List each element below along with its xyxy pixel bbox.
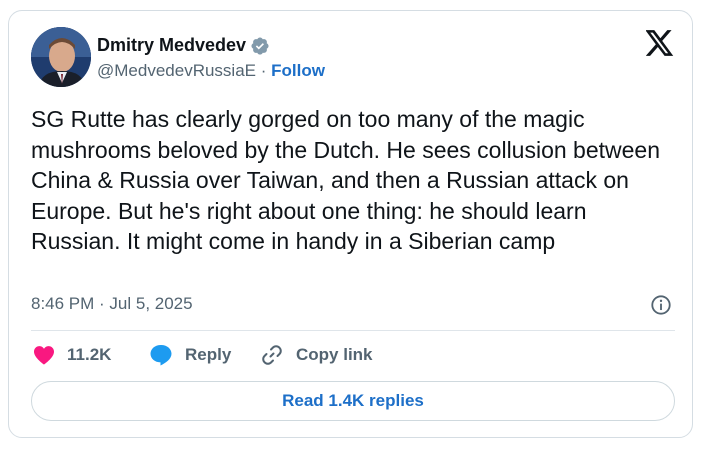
x-logo-icon[interactable]: [646, 30, 674, 56]
handle-separator: ·: [260, 61, 272, 80]
author-name-row[interactable]: Dmitry Medvedev: [97, 35, 270, 56]
info-icon[interactable]: [650, 294, 672, 316]
divider: [31, 330, 675, 331]
follow-button[interactable]: Follow: [271, 61, 325, 80]
author-avatar[interactable]: [31, 27, 91, 87]
tweet-card: Dmitry Medvedev @MedvedevRussiaE · Follo…: [8, 10, 693, 438]
link-icon: [262, 345, 282, 365]
tweet-timestamp[interactable]: 8:46 PM · Jul 5, 2025: [31, 294, 193, 314]
tweet-text: SG Rutte has clearly gorged on too many …: [31, 106, 661, 254]
heart-icon: [34, 346, 54, 365]
reply-label: Reply: [185, 345, 232, 364]
reply-button[interactable]: Reply: [149, 343, 231, 367]
avatar-photo: [31, 27, 91, 87]
like-button[interactable]: 11.2K: [33, 343, 111, 367]
handle-row: @MedvedevRussiaE · Follow: [97, 61, 325, 81]
verified-badge-icon: [251, 36, 269, 55]
copy-link-label: Copy link: [296, 345, 373, 364]
copy-link-button[interactable]: Copy link: [260, 343, 373, 367]
author-name[interactable]: Dmitry Medvedev: [97, 35, 246, 56]
like-count: 11.2K: [67, 345, 112, 364]
author-handle[interactable]: @MedvedevRussiaE: [97, 61, 256, 80]
read-replies-button[interactable]: Read 1.4K replies: [31, 381, 675, 421]
reply-bubble-icon: [150, 345, 172, 366]
